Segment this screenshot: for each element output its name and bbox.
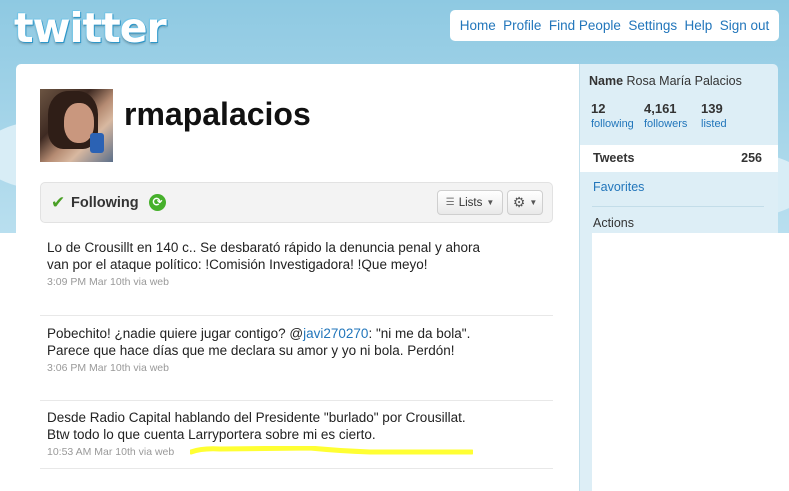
following-bar: ✔ Following ⟳ ☰ Lists ▼ ⚙ ▼ [40, 182, 553, 223]
top-navigation: Home Profile Find People Settings Help S… [450, 10, 779, 41]
stat-label: following [591, 118, 634, 130]
retweets-toggle-icon[interactable]: ⟳ [149, 194, 166, 211]
stat-number: 4,161 [644, 101, 677, 116]
background-white [592, 233, 789, 491]
tweet-item: Pobechito! ¿nadie quiere jugar contigo? … [47, 326, 553, 374]
stat-number: 139 [701, 101, 723, 116]
tweet-meta[interactable]: 3:09 PM Mar 10th via web [47, 276, 553, 288]
sidebar-divider [592, 206, 764, 207]
tweet-meta[interactable]: 3:06 PM Mar 10th via web [47, 362, 553, 374]
stat-label: listed [701, 118, 727, 130]
mention-link[interactable]: javi270270 [303, 326, 368, 341]
actions-gear-button[interactable]: ⚙ ▼ [507, 190, 543, 215]
nav-profile-link[interactable]: Profile [503, 18, 541, 33]
tweets-label: Tweets [593, 151, 635, 165]
lists-button[interactable]: ☰ Lists ▼ [437, 190, 503, 215]
chevron-down-icon: ▼ [486, 198, 495, 207]
checkmark-icon: ✔ [51, 193, 66, 212]
nav-help-link[interactable]: Help [685, 18, 713, 33]
sidebar-favorites-link[interactable]: Favorites [593, 180, 644, 194]
tweet-text: Pobechito! ¿nadie quiere jugar contigo? … [47, 326, 487, 359]
following-status[interactable]: Following [71, 195, 139, 211]
tweet-divider [40, 400, 553, 401]
profile-name: Name Rosa María Palacios [589, 74, 742, 88]
profile-sidebar: Name Rosa María Palacios 12 following 4,… [579, 64, 778, 233]
profile-avatar[interactable] [40, 89, 113, 162]
sidebar-tweets-tab[interactable]: Tweets 256 [580, 145, 778, 172]
nav-settings-link[interactable]: Settings [628, 18, 677, 33]
lists-button-label: Lists [458, 196, 483, 209]
tweet-text: Desde Radio Capital hablando del Preside… [47, 410, 466, 442]
gear-icon: ⚙ [512, 194, 526, 210]
stat-listed[interactable]: 139 listed [701, 101, 727, 130]
stat-label: followers [644, 118, 688, 130]
list-icon: ☰ [445, 197, 455, 208]
sidebar-edge [579, 233, 593, 491]
stat-followers[interactable]: 4,161 followers [644, 101, 687, 130]
profile-screen-name: rmapalacios [124, 96, 311, 132]
stat-number: 12 [591, 101, 606, 116]
nav-find-people-link[interactable]: Find People [549, 18, 621, 33]
tweets-count: 256 [741, 151, 762, 165]
yellow-highlight-annotation [190, 446, 473, 455]
tweet-text: Lo de Crousillt en 140 c.. Se desbarató … [47, 240, 481, 272]
tweet-text-part: Pobechito! ¿nadie quiere jugar contigo? … [47, 326, 304, 341]
stat-following[interactable]: 12 following [591, 101, 634, 130]
tweet-item: Lo de Crousillt en 140 c.. Se desbarató … [47, 240, 553, 288]
name-value: Rosa María Palacios [626, 74, 742, 88]
name-label: Name [589, 74, 624, 88]
profile-content: rmapalacios ✔ Following ⟳ ☰ Lists ▼ ⚙ ▼ … [16, 64, 579, 491]
twitter-logo[interactable]: twitter [14, 4, 167, 52]
background-white [0, 233, 16, 491]
nav-sign-out-link[interactable]: Sign out [720, 18, 770, 33]
sidebar-actions-heading: Actions [593, 216, 634, 230]
tweet-divider [40, 315, 553, 316]
nav-home-link[interactable]: Home [460, 18, 496, 33]
tweet-divider [40, 468, 553, 469]
chevron-down-icon: ▼ [529, 198, 538, 207]
